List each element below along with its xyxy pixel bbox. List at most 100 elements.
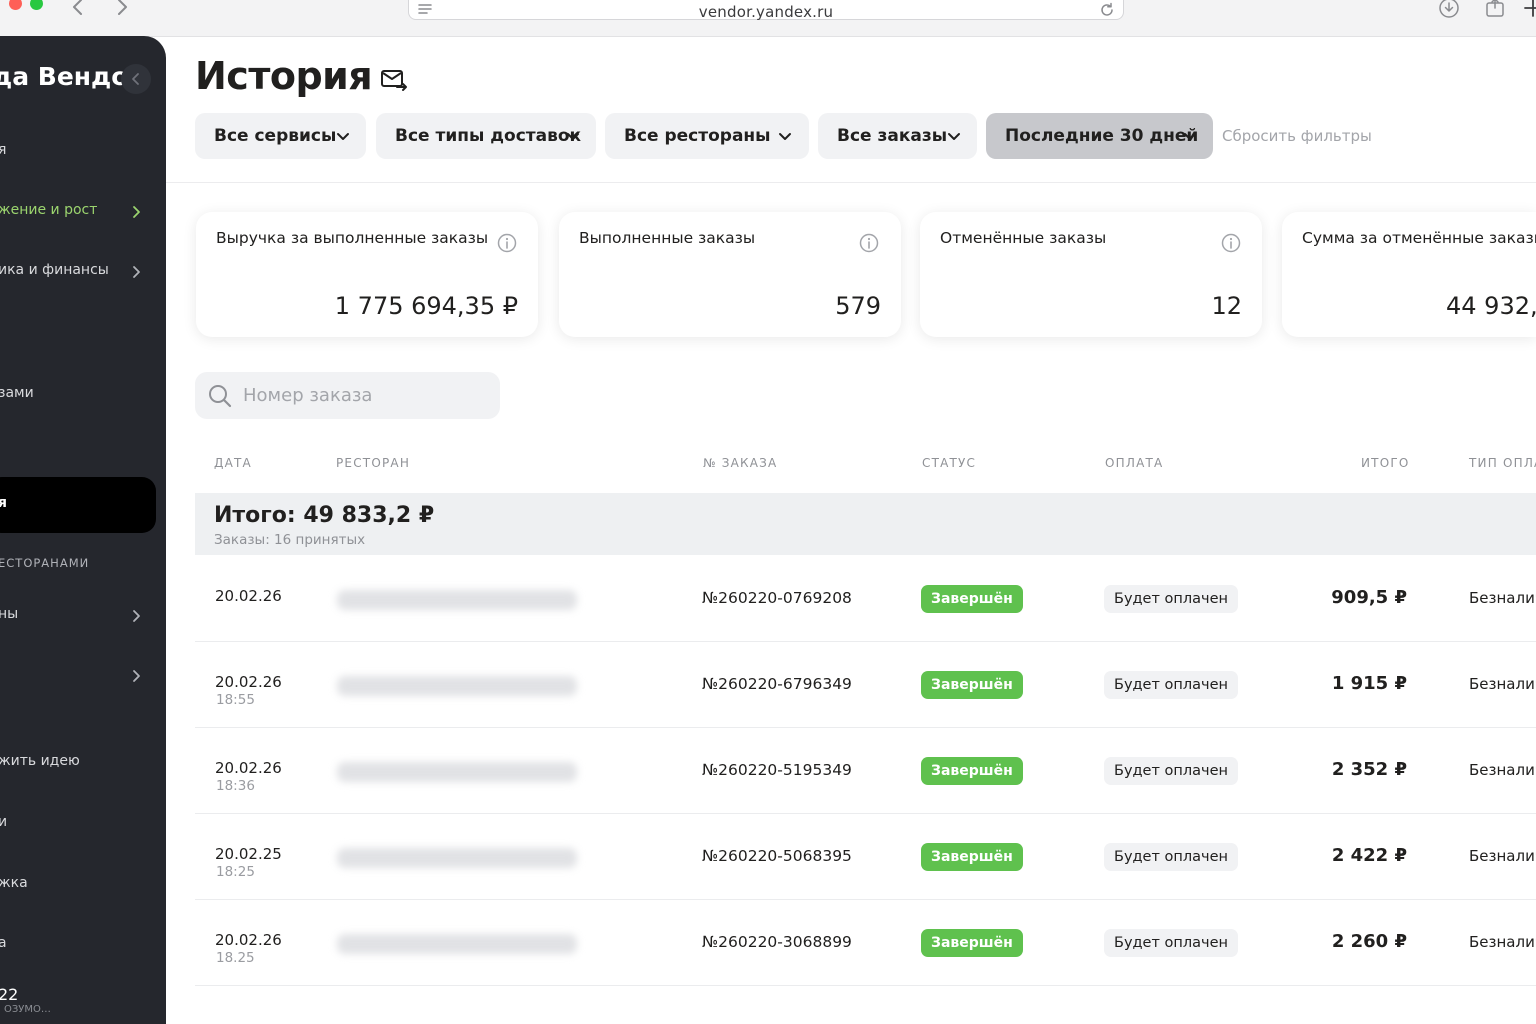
metric-value: 1 775 694,35 ₽ [334,292,518,320]
forward-button[interactable] [110,0,134,19]
order-search[interactable] [195,372,500,419]
url-text: vendor.yandex.ru [698,3,834,21]
cell-order-number[interactable]: №260220-5195349 [702,761,852,779]
cell-order-number[interactable]: №260220-3068899 [702,933,852,951]
sidebar-item-finance[interactable]: ика и финансы [0,250,166,294]
metric-title: Выручка за выполненные заказы [216,229,489,247]
metric-value: 12 [1211,292,1242,320]
sidebar-item-support[interactable]: жка [0,863,166,907]
table-row[interactable]: 20.02.26 18:55 №260220-6796349 Завершён … [195,642,1536,728]
chevron-down-icon [779,133,791,140]
zoom-window-button[interactable] [30,0,43,10]
back-button[interactable] [66,0,90,19]
filter-label: Все сервисы [214,126,337,146]
close-window-button[interactable] [9,0,22,10]
table-row[interactable]: 20.02.26 18:36 №260220-5195349 Завершён … [195,728,1536,814]
downloads-button[interactable] [1438,0,1460,19]
column-header-payment[interactable]: ОПЛАТА [1105,456,1163,470]
payment-badge: Будет оплачен [1104,843,1239,871]
chevron-left-icon [132,73,139,85]
download-icon [1439,0,1459,18]
browser-toolbar: vendor.yandex.ru [0,0,1536,37]
filter-period[interactable]: Последние 30 дней [986,113,1213,159]
metric-card-completed: Выполненные заказы 579 [559,212,901,337]
status-badge: Завершён [921,671,1023,699]
collapse-sidebar-button[interactable] [121,64,151,94]
filter-delivery-types[interactable]: Все типы доставок [376,113,596,159]
sidebar-item-suggest-idea[interactable]: жить идею [0,741,166,785]
table-row[interactable]: 20.02.26 18.25 №260220-3068899 Завершён … [195,900,1536,986]
sidebar-item-label: зами [0,385,34,401]
cell-date: 20.02.25 [215,845,282,863]
reload-icon[interactable] [1099,2,1115,18]
new-tab-button[interactable] [1522,0,1536,19]
info-icon[interactable] [1221,233,1241,253]
cell-time: 18:55 [216,692,255,708]
sidebar-item-label: ны [0,606,19,622]
column-header-restaurant[interactable]: РЕСТОРАН [336,456,410,470]
sidebar-item-8[interactable] [0,654,166,698]
cell-pay-type: Безналич [1469,933,1536,951]
summary-total: Итого: 49 833,2 ₽ [214,503,435,528]
info-icon[interactable] [497,233,517,253]
address-bar[interactable]: vendor.yandex.ru [408,0,1124,21]
table-row[interactable]: 20.02.25 18:25 №260220-5068395 Завершён … [195,814,1536,900]
cell-restaurant-redacted [337,848,577,868]
sidebar-item-12[interactable]: а [0,923,166,967]
column-header-total[interactable]: ИТОГО [1361,456,1410,470]
cell-date: 20.02.26 [215,587,282,605]
metric-title: Сумма за отменённые заказы [1302,229,1536,247]
column-header-order[interactable]: № ЗАКАЗА [703,456,777,470]
column-header-status[interactable]: СТАТУС [922,456,976,470]
summary-count: Заказы: 16 принятых [214,532,366,548]
cell-date: 20.02.26 [215,931,282,949]
chevron-down-icon [948,133,960,140]
page-title: История [195,54,373,98]
search-input[interactable] [243,380,493,410]
info-icon[interactable] [859,233,879,253]
cell-total: 2 352 ₽ [1331,759,1407,780]
cell-restaurant-redacted [337,934,577,954]
sidebar-item-label: я [0,495,7,511]
plus-icon [1524,0,1536,17]
chevron-right-icon [133,610,140,622]
sidebar-section-restaurants: ЕСТОРАНАМИ [0,544,166,588]
cell-time: 18.25 [216,950,255,966]
cell-pay-type: Безналич [1469,675,1536,693]
sidebar-item-4[interactable] [0,312,166,356]
share-button[interactable] [1484,0,1506,19]
sidebar-item-1[interactable]: я [0,130,166,174]
filter-label: Последние 30 дней [1005,126,1199,146]
cell-order-number[interactable]: №260220-6796349 [702,675,852,693]
cell-restaurant-redacted [337,762,577,782]
sidebar-item-orders[interactable]: зами [0,373,166,417]
metric-title: Выполненные заказы [579,229,756,247]
cell-pay-type: Безналич [1469,761,1536,779]
column-header-pay-type[interactable]: ТИП ОПЛА [1469,456,1536,470]
header-divider [166,182,1536,183]
sidebar-item-active[interactable]: я [0,477,156,533]
cell-time: 18:25 [216,864,255,880]
chevron-right-icon [133,266,140,278]
mail-export-icon[interactable] [380,67,408,93]
sidebar-item-restaurants[interactable]: ны [0,594,166,638]
filter-orders[interactable]: Все заказы [818,113,977,159]
sidebar-item-label: жение и рост [0,202,98,218]
chevron-right-icon [133,206,140,218]
filter-restaurants[interactable]: Все рестораны [605,113,809,159]
sidebar-item-growth[interactable]: жение и рост [0,190,166,234]
cell-order-number[interactable]: №260220-5068395 [702,847,852,865]
chevron-right-icon [133,670,140,682]
table-row[interactable]: 20.02.26 №260220-0769208 Завершён Будет … [195,556,1536,642]
sidebar-item-label: я [0,142,7,158]
payment-badge: Будет оплачен [1104,671,1239,699]
cell-restaurant-redacted [337,590,577,610]
cell-order-number[interactable]: №260220-0769208 [702,589,852,607]
sidebar-item-10[interactable]: и [0,802,166,846]
filter-services[interactable]: Все сервисы [195,113,366,159]
sidebar-item-label: ика и финансы [0,262,109,278]
share-icon [1486,0,1504,17]
sidebar-footer: ОЗУМО… [4,1004,51,1015]
reset-filters-link[interactable]: Сбросить фильтры [1222,127,1372,145]
column-header-date[interactable]: ДАТА [214,456,252,470]
